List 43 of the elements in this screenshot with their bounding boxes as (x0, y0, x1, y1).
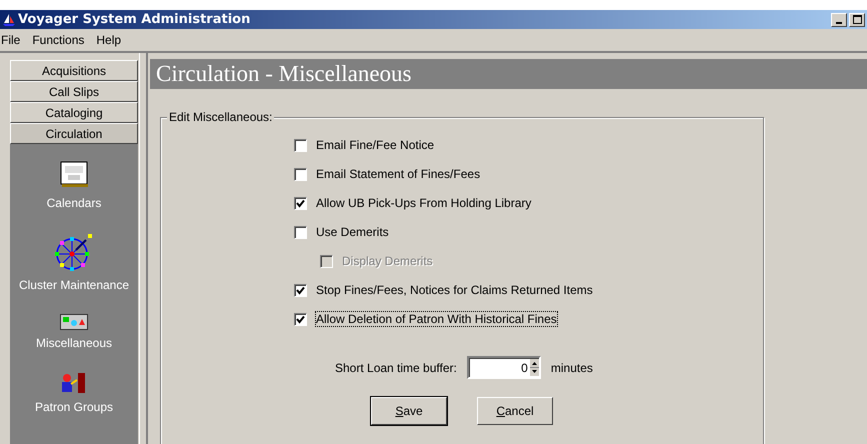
module-tab[interactable]: Call Slips (10, 81, 138, 102)
option-label: Stop Fines/Fees, Notices for Claims Returned Items (315, 282, 594, 298)
menu-item[interactable]: Functions (32, 33, 84, 47)
option-label: Email Statement of Fines/Fees (315, 166, 482, 182)
maximize-button[interactable] (849, 12, 865, 26)
save-button[interactable]: Save (371, 397, 447, 425)
splitter[interactable] (139, 53, 148, 444)
module-tab[interactable]: Circulation (10, 123, 138, 144)
sidebar-item[interactable]: Patron Groups (34, 400, 114, 414)
spinner-icon[interactable] (530, 359, 539, 376)
checkbox[interactable] (294, 312, 307, 326)
option-label: Allow UB Pick-Ups From Holding Library (315, 195, 532, 211)
checkbox[interactable] (294, 196, 307, 210)
checkbox[interactable] (294, 138, 307, 152)
sailboat-icon (2, 12, 16, 26)
module-tab[interactable]: Acquisitions (10, 60, 138, 81)
page-header: Circulation - Miscellaneous (150, 59, 867, 89)
checkbox[interactable] (294, 284, 307, 296)
minimize-button[interactable] (831, 12, 847, 26)
unit-label: minutes (550, 360, 593, 374)
person-door-icon[interactable] (60, 372, 87, 394)
checkbox[interactable] (294, 226, 307, 238)
menu-item[interactable]: File (1, 33, 20, 47)
option-label: Use Demerits (315, 224, 390, 240)
sidebar-item[interactable]: Calendars (46, 196, 102, 210)
module-tab[interactable]: Cataloging (10, 102, 138, 123)
number-field[interactable]: 0 (466, 356, 541, 379)
window-title: Voyager System Administration (18, 12, 250, 27)
maximize-icon (852, 15, 862, 24)
wheel-icon[interactable] (54, 232, 94, 272)
calendar-icon[interactable] (58, 160, 89, 190)
field-label: Short Loan time buffer: (335, 360, 457, 374)
cancel-button[interactable]: Cancel (477, 397, 553, 425)
option-label: Display Demerits (341, 253, 434, 269)
group-label: Edit Miscellaneous: (167, 110, 274, 124)
sidebar-item[interactable]: Cluster Maintenance (18, 278, 130, 292)
option-label: Email Fine/Fee Notice (315, 137, 436, 153)
menu-item[interactable]: Help (96, 33, 122, 47)
checkbox[interactable] (294, 168, 307, 180)
sidebar-item[interactable]: Miscellaneous (36, 336, 112, 350)
option-label: Allow Deletion of Patron With Historical Fines (315, 311, 558, 327)
shapes-icon[interactable] (60, 314, 88, 330)
minimize-icon (836, 22, 842, 24)
